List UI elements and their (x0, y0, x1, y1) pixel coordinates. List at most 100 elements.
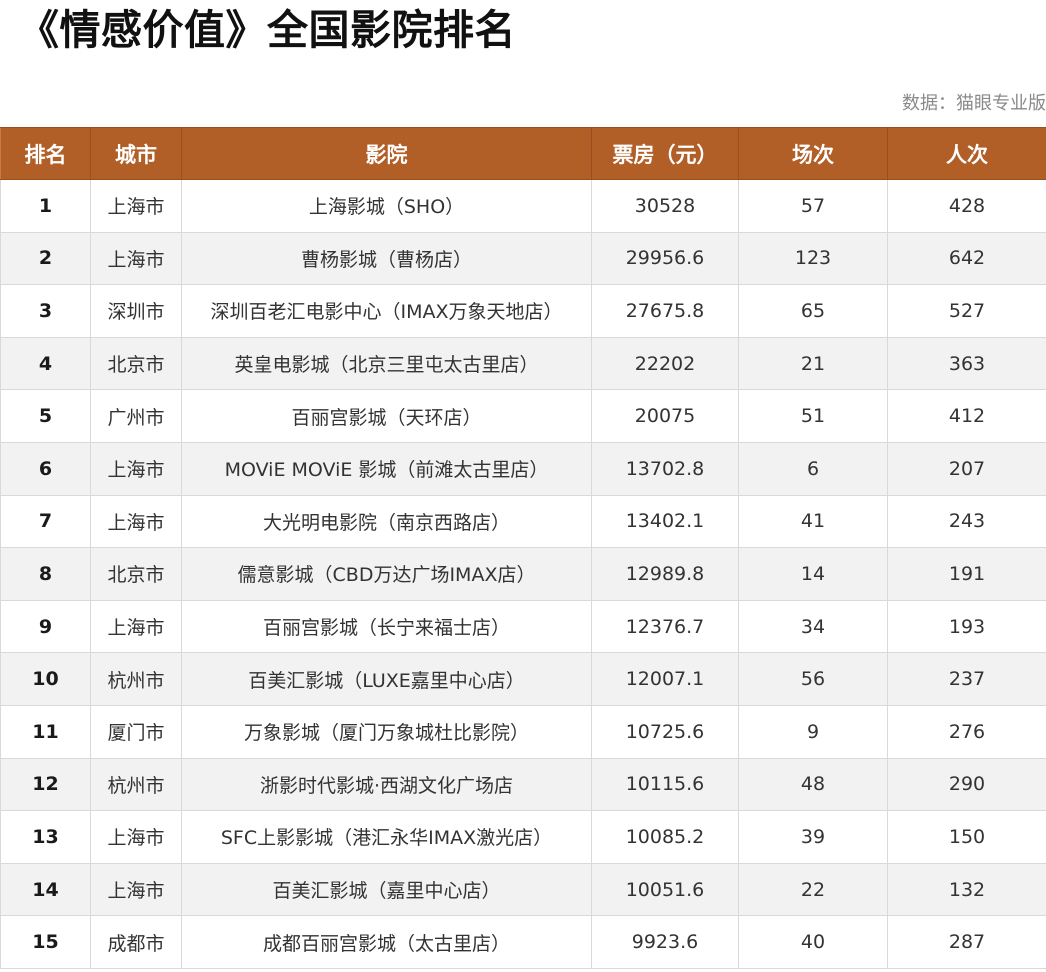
cell-shows: 6 (738, 441, 888, 496)
cell-shows: 51 (738, 389, 888, 443)
cell-attendance: 243 (887, 494, 1046, 549)
page-title: 《情感价值》全国影院排名 (18, 6, 516, 54)
cell-cinema: 百丽宫影城（长宁来福士店） (181, 599, 592, 654)
table-row: 3 深圳市 深圳百老汇电影中心（IMAX万象天地店） 27675.8 65 527 (0, 284, 1046, 338)
cell-rank: 9 (0, 599, 91, 654)
table-row: 5 广州市 百丽宫影城（天环店） 20075 51 412 (0, 389, 1046, 443)
column-header-shows: 场次 (738, 127, 888, 180)
table-row: 10 杭州市 百美汇影城（LUXE嘉里中心店） 12007.1 56 237 (0, 652, 1046, 706)
cell-cinema: 英皇电影城（北京三里屯太古里店） (181, 336, 592, 391)
cell-attendance: 412 (887, 389, 1046, 443)
cell-attendance: 132 (887, 862, 1046, 917)
cell-shows: 56 (738, 652, 888, 706)
table-row: 7 上海市 大光明电影院（南京西路店） 13402.1 41 243 (0, 494, 1046, 549)
cell-rank: 5 (0, 389, 91, 443)
cell-box-office: 13702.8 (591, 441, 739, 496)
cell-rank: 3 (0, 284, 91, 338)
table-row: 14 上海市 百美汇影城（嘉里中心店） 10051.6 22 132 (0, 862, 1046, 917)
table-header-row: 排名 城市 影院 票房（元） 场次 人次 (0, 127, 1046, 180)
cell-shows: 9 (738, 704, 888, 759)
cell-shows: 14 (738, 547, 888, 601)
cell-cinema: 浙影时代影城·西湖文化广场店 (181, 757, 592, 812)
cell-rank: 15 (0, 915, 91, 969)
cell-cinema: 百美汇影城（LUXE嘉里中心店） (181, 652, 592, 706)
cell-city: 杭州市 (90, 757, 182, 812)
cell-box-office: 12007.1 (591, 652, 739, 706)
cell-city: 北京市 (90, 547, 182, 601)
cell-rank: 1 (0, 179, 91, 233)
cell-shows: 21 (738, 336, 888, 391)
table-body: 1 上海市 上海影城（SHO） 30528 57 428 2 上海市 曹杨影城（曹杨店） 2995… (0, 179, 1046, 969)
cell-cinema: 大光明电影院（南京西路店） (181, 494, 592, 549)
cell-box-office: 12989.8 (591, 547, 739, 601)
cell-box-office: 9923.6 (591, 915, 739, 969)
table-row: 8 北京市 儒意影城（CBD万达广场IMAX店） 12989.8 14 191 (0, 547, 1046, 601)
cell-city: 深圳市 (90, 284, 182, 338)
cell-rank: 11 (0, 704, 91, 759)
cell-box-office: 10725.6 (591, 704, 739, 759)
cell-city: 上海市 (90, 441, 182, 496)
cell-shows: 34 (738, 599, 888, 654)
cell-attendance: 237 (887, 652, 1046, 706)
table-row: 13 上海市 SFC上影影城（港汇永华IMAX激光店） 10085.2 39 150 (0, 810, 1046, 864)
column-header-rank: 排名 (0, 127, 91, 180)
cell-shows: 57 (738, 179, 888, 233)
table-row: 12 杭州市 浙影时代影城·西湖文化广场店 10115.6 48 290 (0, 757, 1046, 812)
table-row: 2 上海市 曹杨影城（曹杨店） 29956.6 123 642 (0, 231, 1046, 286)
cell-box-office: 22202 (591, 336, 739, 391)
cell-cinema: 曹杨影城（曹杨店） (181, 231, 592, 286)
cell-rank: 8 (0, 547, 91, 601)
cell-attendance: 527 (887, 284, 1046, 338)
cell-attendance: 290 (887, 757, 1046, 812)
cell-rank: 4 (0, 336, 91, 391)
cell-box-office: 10085.2 (591, 810, 739, 864)
cell-attendance: 287 (887, 915, 1046, 969)
cell-box-office: 13402.1 (591, 494, 739, 549)
column-header-city: 城市 (90, 127, 182, 180)
cell-cinema: 百美汇影城（嘉里中心店） (181, 862, 592, 917)
table-header: 排名 城市 影院 票房（元） 场次 人次 (0, 127, 1046, 180)
cell-city: 上海市 (90, 862, 182, 917)
cell-cinema: MOViE MOViE 影城（前滩太古里店） (181, 441, 592, 496)
cell-attendance: 191 (887, 547, 1046, 601)
cell-box-office: 12376.7 (591, 599, 739, 654)
cell-cinema: 儒意影城（CBD万达广场IMAX店） (181, 547, 592, 601)
table-row: 4 北京市 英皇电影城（北京三里屯太古里店） 22202 21 363 (0, 336, 1046, 391)
column-header-attendance: 人次 (887, 127, 1046, 180)
cell-box-office: 27675.8 (591, 284, 739, 338)
cell-city: 上海市 (90, 599, 182, 654)
cell-attendance: 150 (887, 810, 1046, 864)
cell-shows: 22 (738, 862, 888, 917)
cell-city: 成都市 (90, 915, 182, 969)
cell-shows: 48 (738, 757, 888, 812)
cell-city: 厦门市 (90, 704, 182, 759)
data-source-note: 数据：猫眼专业版 (902, 93, 1046, 114)
cell-rank: 7 (0, 494, 91, 549)
cell-cinema: 万象影城（厦门万象城杜比影院） (181, 704, 592, 759)
cell-attendance: 276 (887, 704, 1046, 759)
cell-cinema: 深圳百老汇电影中心（IMAX万象天地店） (181, 284, 592, 338)
cell-attendance: 642 (887, 231, 1046, 286)
cell-cinema: SFC上影影城（港汇永华IMAX激光店） (181, 810, 592, 864)
cell-box-office: 30528 (591, 179, 739, 233)
cell-attendance: 363 (887, 336, 1046, 391)
cell-shows: 123 (738, 231, 888, 286)
cell-rank: 14 (0, 862, 91, 917)
table-row: 11 厦门市 万象影城（厦门万象城杜比影院） 10725.6 9 276 (0, 704, 1046, 759)
cell-attendance: 193 (887, 599, 1046, 654)
cell-city: 北京市 (90, 336, 182, 391)
cell-city: 杭州市 (90, 652, 182, 706)
cell-box-office: 10051.6 (591, 862, 739, 917)
cell-attendance: 207 (887, 441, 1046, 496)
cell-rank: 13 (0, 810, 91, 864)
column-header-cinema: 影院 (181, 127, 592, 180)
cell-cinema: 百丽宫影城（天环店） (181, 389, 592, 443)
cell-city: 上海市 (90, 810, 182, 864)
cell-box-office: 20075 (591, 389, 739, 443)
table-row: 15 成都市 成都百丽宫影城（太古里店） 9923.6 40 287 (0, 915, 1046, 969)
cell-box-office: 10115.6 (591, 757, 739, 812)
cell-rank: 2 (0, 231, 91, 286)
table-row: 6 上海市 MOViE MOViE 影城（前滩太古里店） 13702.8 6 207 (0, 441, 1046, 496)
cell-rank: 10 (0, 652, 91, 706)
table-row: 1 上海市 上海影城（SHO） 30528 57 428 (0, 179, 1046, 233)
